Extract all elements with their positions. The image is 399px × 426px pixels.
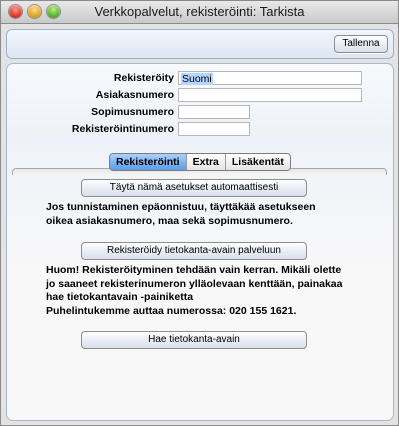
registration-panel: Rekisteröity Suomi Asiakasnumero Sopimus… <box>6 63 394 421</box>
contract-number-label: Sopimusnumero <box>91 106 174 118</box>
instruction-line: oikea asiakasnumero, maa sekä sopimusnum… <box>46 214 293 227</box>
notice-line: hae tietokantavain -painiketta <box>46 291 194 303</box>
instruction-line: Jos tunnistaminen epäonnistuu, täyttäkää… <box>46 201 316 213</box>
notice-line: Puhelintukemme auttaa numerossa: 020 155… <box>46 304 297 317</box>
notice-line: jo saaneet rekisterinumeron ylläolevaan … <box>46 277 343 290</box>
registration-notice: Huom! Rekisteröityminen tehdään vain ker… <box>46 264 376 318</box>
tab-bar: Rekisteröinti Extra Lisäkentät <box>109 153 291 171</box>
registered-label: Rekisteröity <box>113 72 174 84</box>
window-title: Verkkopalvelut, rekisteröinti: Tarkista <box>94 4 305 19</box>
tab-registration[interactable]: Rekisteröinti <box>110 154 187 170</box>
registered-value: Suomi <box>181 73 213 85</box>
registration-number-field[interactable] <box>178 122 250 136</box>
tab-additional-fields[interactable]: Lisäkentät <box>225 154 290 170</box>
toolbar: Tallenna <box>6 29 394 59</box>
registered-field[interactable]: Suomi <box>178 71 362 85</box>
save-button[interactable]: Tallenna <box>334 35 388 53</box>
title-bar[interactable]: Verkkopalvelut, rekisteröinti: Tarkista <box>1 1 398 24</box>
registration-number-label: Rekisteröintinumero <box>71 123 174 135</box>
tab-extra[interactable]: Extra <box>186 154 226 170</box>
customer-number-field[interactable] <box>178 88 362 102</box>
notice-line: Huom! Rekisteröityminen tehdään vain ker… <box>46 264 342 276</box>
register-key-button[interactable]: Rekisteröidy tietokanta-avain palveluun <box>81 242 307 260</box>
customer-number-label: Asiakasnumero <box>95 89 174 101</box>
auto-fill-instructions: Jos tunnistaminen epäonnistuu, täyttäkää… <box>46 201 376 228</box>
contract-number-field[interactable] <box>178 105 250 119</box>
window: Verkkopalvelut, rekisteröinti: Tarkista … <box>0 0 399 426</box>
fetch-key-button[interactable]: Hae tietokanta-avain <box>81 331 307 349</box>
auto-fill-button[interactable]: Täytä nämä asetukset automaattisesti <box>81 179 307 197</box>
